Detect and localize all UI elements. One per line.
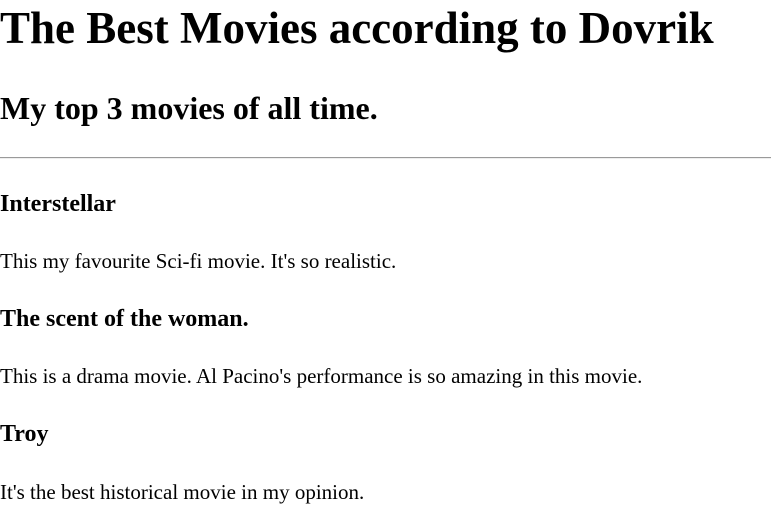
divider	[0, 157, 771, 159]
movie-description-interstellar: This my favourite Sci-fi movie. It's so …	[0, 249, 397, 273]
page-subtitle: My top 3 movies of all time.	[0, 90, 378, 126]
movie-description-troy: It's the best historical movie in my opi…	[0, 480, 365, 504]
movie-title-interstellar: Interstellar	[0, 191, 116, 217]
page: The Best Movies according to Dovrik My t…	[0, 0, 772, 525]
movie-title-scent-of-the-woman: The scent of the woman.	[0, 306, 249, 332]
movie-description-scent-of-the-woman: This is a drama movie. Al Pacino's perfo…	[0, 364, 643, 388]
page-title: The Best Movies according to Dovrik	[0, 3, 714, 53]
movie-title-troy: Troy	[0, 421, 49, 447]
